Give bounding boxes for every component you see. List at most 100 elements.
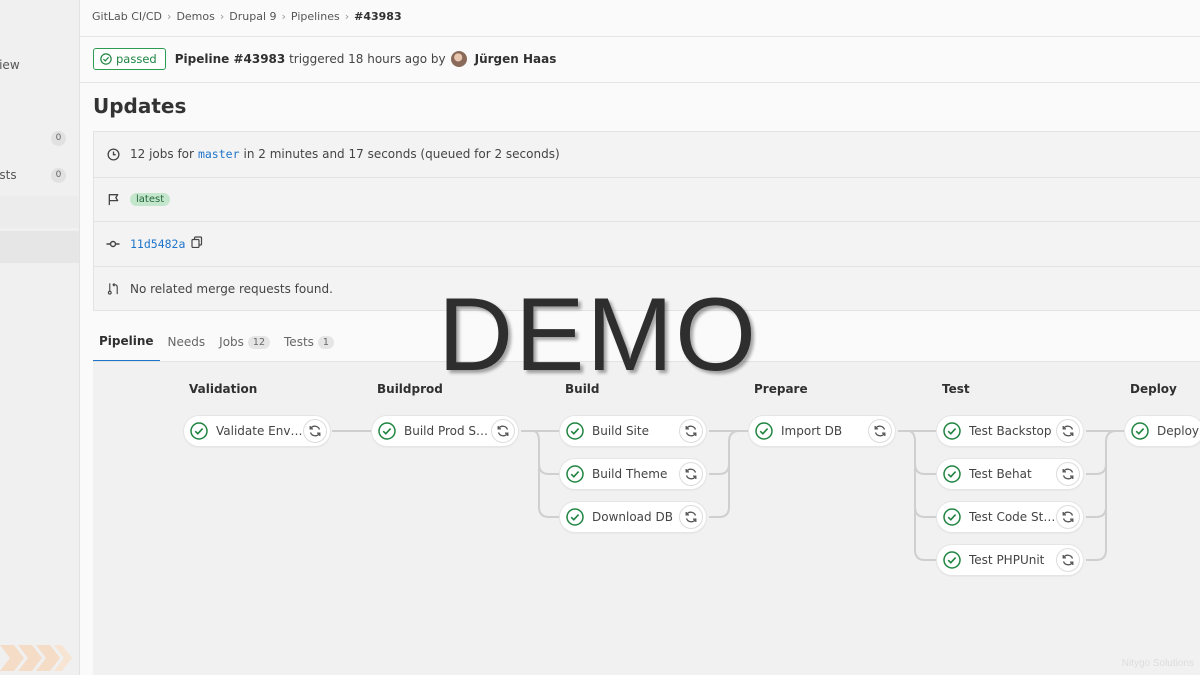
job-name: Build Site bbox=[592, 424, 649, 438]
job-name: Test PHPUnit bbox=[969, 553, 1045, 567]
sidebar-item-merge-requests[interactable]: ests 0 bbox=[0, 168, 79, 184]
breadcrumb-link[interactable]: GitLab CI/CD bbox=[92, 10, 162, 23]
divider bbox=[80, 82, 1200, 83]
retry-icon[interactable] bbox=[1056, 419, 1080, 443]
branch-link[interactable]: master bbox=[198, 147, 240, 161]
tab-label: Pipeline bbox=[99, 334, 154, 348]
job-name: Download DB bbox=[592, 510, 673, 524]
page-title: Updates bbox=[93, 94, 187, 118]
retry-icon[interactable] bbox=[679, 462, 703, 486]
merge-request-icon bbox=[106, 282, 120, 296]
tab-count-badge: 1 bbox=[317, 335, 334, 349]
retry-icon[interactable] bbox=[1056, 462, 1080, 486]
status-success-icon bbox=[943, 508, 961, 526]
status-success-icon bbox=[566, 465, 584, 483]
job-name: Build Theme bbox=[592, 467, 668, 481]
status-success-icon bbox=[566, 508, 584, 526]
status-success-icon bbox=[1131, 422, 1149, 440]
job-name: Test Behat bbox=[969, 467, 1032, 481]
collapse-chevrons-icon[interactable] bbox=[0, 645, 72, 671]
tab-label: Needs bbox=[167, 335, 206, 349]
author-link[interactable]: Jürgen Haas bbox=[475, 52, 557, 66]
tab-label: Tests bbox=[284, 335, 314, 349]
sidebar-count-badge: 0 bbox=[51, 168, 66, 183]
sidebar-item-cicd[interactable] bbox=[0, 196, 79, 228]
main-content: GitLab CI/CD › Demos › Drupal 9 › Pipelines › #4… bbox=[80, 0, 1200, 675]
job-name: Import DB bbox=[781, 424, 843, 438]
retry-icon[interactable] bbox=[303, 419, 327, 443]
divider bbox=[80, 36, 1200, 37]
status-success-icon bbox=[943, 422, 961, 440]
job-card[interactable]: Download DB bbox=[559, 501, 707, 533]
copy-icon[interactable] bbox=[191, 236, 203, 251]
retry-icon[interactable] bbox=[868, 419, 892, 443]
status-badge-label: passed bbox=[116, 52, 157, 66]
sidebar: view 0 ests 0 bbox=[0, 0, 80, 675]
job-card[interactable]: Deploy bbox=[1124, 415, 1200, 447]
breadcrumb-link[interactable]: Pipelines bbox=[291, 10, 340, 23]
tab-pipeline[interactable]: Pipeline bbox=[93, 322, 160, 362]
pipeline-id: Pipeline #43983 bbox=[174, 52, 286, 66]
demo-watermark: DEMO bbox=[438, 277, 758, 393]
job-card[interactable]: Test Backstop bbox=[936, 415, 1084, 447]
job-name: Build Prod Site bbox=[404, 424, 491, 438]
merge-requests-text: No related merge requests found. bbox=[130, 281, 333, 296]
jobs-suffix: in 2 minutes and 17 seconds (queued for … bbox=[243, 147, 560, 161]
job-card[interactable]: Test Code Style bbox=[936, 501, 1084, 533]
check-circle-icon bbox=[100, 53, 112, 65]
commit-icon bbox=[106, 237, 120, 251]
retry-icon[interactable] bbox=[679, 419, 703, 443]
latest-badge: latest bbox=[130, 193, 171, 206]
pipeline-summary: Pipeline #43983 triggered 18 hours ago b… bbox=[175, 52, 446, 66]
job-card[interactable]: Test PHPUnit bbox=[936, 544, 1084, 576]
retry-icon[interactable] bbox=[491, 419, 515, 443]
chevron-right-icon: › bbox=[167, 10, 172, 23]
sidebar-item-label: view bbox=[0, 58, 20, 72]
jobs-prefix: 12 jobs for bbox=[130, 147, 194, 161]
chevron-right-icon: › bbox=[344, 10, 350, 23]
stage-title: Validation bbox=[189, 382, 258, 396]
sidebar-item-issues[interactable]: 0 bbox=[0, 131, 79, 147]
job-card[interactable]: Build Theme bbox=[559, 458, 707, 490]
triggered-text: triggered 18 hours ago by bbox=[285, 52, 446, 66]
commit-sha-link[interactable]: 11d5482a bbox=[130, 237, 185, 251]
pipeline-tabs: Pipeline Needs Jobs 12 Tests 1 bbox=[93, 322, 342, 362]
status-badge[interactable]: passed bbox=[93, 48, 166, 70]
job-card[interactable]: Validate Envir... bbox=[183, 415, 331, 447]
sidebar-item-pipelines-active[interactable] bbox=[0, 231, 79, 263]
tab-jobs[interactable]: Jobs 12 bbox=[213, 322, 276, 362]
status-success-icon bbox=[943, 551, 961, 569]
corner-watermark: Nitygo Solutions bbox=[1121, 658, 1194, 669]
job-name: Deploy bbox=[1157, 424, 1200, 438]
status-success-icon bbox=[190, 422, 208, 440]
stage-title: Deploy bbox=[1130, 382, 1177, 396]
stage-title: Buildprod bbox=[377, 382, 443, 396]
pipeline-header: passed Pipeline #43983 triggered 18 hour… bbox=[93, 48, 556, 70]
tab-count-badge: 12 bbox=[247, 335, 271, 349]
job-card[interactable]: Build Prod Site bbox=[371, 415, 519, 447]
status-success-icon bbox=[566, 422, 584, 440]
commit-row: 11d5482a bbox=[94, 221, 1200, 265]
stage-title: Prepare bbox=[754, 382, 808, 396]
retry-icon[interactable] bbox=[679, 505, 703, 529]
retry-icon[interactable] bbox=[1056, 548, 1080, 572]
tags-row: latest bbox=[94, 177, 1200, 221]
breadcrumb-link[interactable]: Demos bbox=[176, 10, 214, 23]
job-card[interactable]: Import DB bbox=[748, 415, 896, 447]
job-card[interactable]: Test Behat bbox=[936, 458, 1084, 490]
stage-title: Test bbox=[942, 382, 970, 396]
status-success-icon bbox=[755, 422, 773, 440]
breadcrumb-current[interactable]: #43983 bbox=[354, 10, 402, 23]
tab-tests[interactable]: Tests 1 bbox=[278, 322, 340, 362]
sidebar-item-label: ests bbox=[0, 168, 17, 182]
job-card[interactable]: Build Site bbox=[559, 415, 707, 447]
pipeline-graph: Validation Validate Envir... Buildprod Buil… bbox=[93, 362, 1200, 675]
breadcrumb-link[interactable]: Drupal 9 bbox=[229, 10, 276, 23]
retry-icon[interactable] bbox=[1056, 505, 1080, 529]
avatar[interactable] bbox=[450, 51, 467, 67]
tab-label: Jobs bbox=[219, 335, 244, 349]
status-success-icon bbox=[943, 465, 961, 483]
clock-icon bbox=[106, 147, 120, 161]
tab-needs[interactable]: Needs bbox=[162, 322, 212, 362]
job-name: Test Code Style bbox=[969, 510, 1056, 524]
